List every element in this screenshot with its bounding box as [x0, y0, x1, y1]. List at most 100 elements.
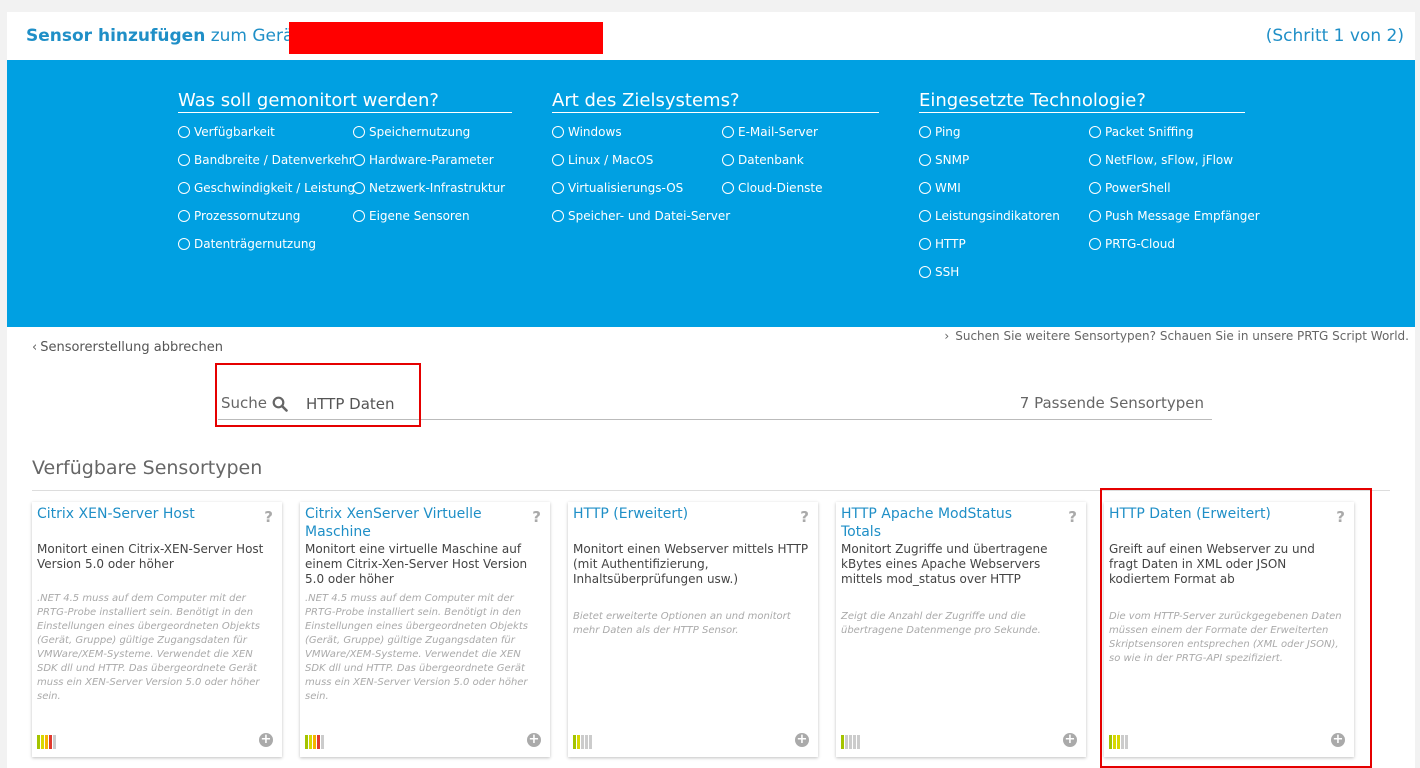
filter-option[interactable]: Push Message Empfänger — [1089, 208, 1260, 224]
search-highlight-box — [215, 363, 421, 427]
impact-bar — [857, 735, 860, 749]
filter-option[interactable]: Windows — [552, 124, 622, 140]
cancel-link-label: Sensorerstellung abbrechen — [40, 340, 223, 355]
filter-option[interactable]: Verfügbarkeit — [178, 124, 275, 140]
filter-option[interactable]: Leistungsindikatoren — [919, 208, 1060, 224]
sensor-card[interactable]: HTTP Apache ModStatus Totals? Monitort Zu… — [836, 502, 1086, 757]
radio-icon[interactable] — [1089, 153, 1101, 166]
filter-option-label: Leistungsindikatoren — [935, 209, 1060, 223]
filter-option[interactable]: Ping — [919, 124, 961, 140]
performance-impact-bars — [573, 735, 592, 749]
radio-icon[interactable] — [552, 181, 564, 194]
filter-option[interactable]: PRTG-Cloud — [1089, 236, 1175, 252]
radio-icon[interactable] — [919, 181, 931, 194]
filter-option[interactable]: Linux / MacOS — [552, 152, 653, 168]
add-icon[interactable]: + — [527, 733, 541, 747]
radio-icon[interactable] — [1089, 181, 1101, 194]
dialog-title: Sensor hinzufügen zum Gerät — [26, 26, 300, 46]
radio-icon[interactable] — [552, 153, 564, 166]
filter-option[interactable]: Datenbank — [722, 152, 804, 168]
cancel-link[interactable]: ‹ Sensorerstellung abbrechen — [32, 340, 223, 355]
radio-icon[interactable] — [552, 209, 564, 222]
add-icon[interactable]: + — [1063, 733, 1077, 747]
script-world-link[interactable]: › Suchen Sie weitere Sensortypen? Schauen… — [944, 329, 1409, 343]
step-indicator: (Schritt 1 von 2) — [1265, 26, 1404, 46]
filter-option-label: Packet Sniffing — [1105, 125, 1194, 139]
radio-icon[interactable] — [353, 209, 365, 222]
sensor-card-title[interactable]: Citrix XenServer Virtuelle Maschine — [305, 505, 520, 541]
radio-icon[interactable] — [353, 181, 365, 194]
filter-option[interactable]: Datenträgernutzung — [178, 236, 316, 252]
impact-bar — [317, 735, 320, 749]
filter-option[interactable]: E-Mail-Server — [722, 124, 818, 140]
impact-bar — [585, 735, 588, 749]
help-icon[interactable]: ? — [1068, 508, 1077, 526]
radio-icon[interactable] — [1089, 209, 1101, 222]
radio-icon[interactable] — [919, 209, 931, 222]
filter-option[interactable]: HTTP — [919, 236, 966, 252]
sensor-card-note: .NET 4.5 muss auf dem Computer mit der P… — [305, 593, 528, 702]
sensor-card-title[interactable]: HTTP Apache ModStatus Totals — [841, 505, 1056, 541]
filter-option[interactable]: WMI — [919, 180, 961, 196]
filter-option[interactable]: Hardware-Parameter — [353, 152, 494, 168]
filter-option[interactable]: Virtualisierungs-OS — [552, 180, 683, 196]
sensor-card[interactable]: Citrix XenServer Virtuelle Maschine? Moni… — [300, 502, 550, 757]
filter-option-label: PowerShell — [1105, 181, 1171, 195]
radio-icon[interactable] — [1089, 237, 1101, 250]
filter-option[interactable]: Geschwindigkeit / Leistung — [178, 180, 355, 196]
filter-option-label: Ping — [935, 125, 961, 139]
filter-option-label: Speichernutzung — [369, 125, 471, 139]
filter-option-label: Bandbreite / Datenverkehr — [194, 153, 354, 167]
radio-icon[interactable] — [722, 125, 734, 138]
radio-icon[interactable] — [178, 181, 190, 194]
radio-icon[interactable] — [919, 125, 931, 138]
radio-icon[interactable] — [919, 153, 931, 166]
filter-option-label: Push Message Empfänger — [1105, 209, 1260, 223]
radio-icon[interactable] — [919, 265, 931, 278]
impact-bar — [845, 735, 848, 749]
radio-icon[interactable] — [178, 209, 190, 222]
performance-impact-bars — [305, 735, 324, 749]
redacted-device-name — [289, 22, 603, 54]
add-icon[interactable]: + — [795, 733, 809, 747]
filter-option[interactable]: Eigene Sensoren — [353, 208, 470, 224]
sensor-card-title[interactable]: Citrix XEN-Server Host — [37, 505, 252, 523]
radio-icon[interactable] — [353, 153, 365, 166]
filter-option[interactable]: Netzwerk-Infrastruktur — [353, 180, 505, 196]
dialog-title-main: Sensor hinzufügen — [26, 26, 206, 46]
script-world-label: Suchen Sie weitere Sensortypen? Schauen … — [955, 329, 1409, 343]
filter-option[interactable]: Speicher- und Datei-Server — [552, 208, 730, 224]
sensor-card[interactable]: HTTP (Erweitert)? Monitort einen Webserve… — [568, 502, 818, 757]
filter-option[interactable]: NetFlow, sFlow, jFlow — [1089, 152, 1233, 168]
help-icon[interactable]: ? — [800, 508, 809, 526]
radio-icon[interactable] — [1089, 125, 1101, 138]
chevron-left-icon: ‹ — [32, 340, 38, 355]
impact-bar — [577, 735, 580, 749]
radio-icon[interactable] — [178, 237, 190, 250]
radio-icon[interactable] — [722, 181, 734, 194]
sensor-card-description: Monitort einen Webserver mittels HTTP (m… — [573, 542, 809, 586]
filter-option[interactable]: Bandbreite / Datenverkehr — [178, 152, 354, 168]
sensor-card[interactable]: Citrix XEN-Server Host? Monitort einen Ci… — [32, 502, 282, 757]
filter-option[interactable]: PowerShell — [1089, 180, 1171, 196]
help-icon[interactable]: ? — [264, 508, 273, 526]
filter-option[interactable]: SSH — [919, 264, 959, 280]
filter-option-label: Netzwerk-Infrastruktur — [369, 181, 506, 195]
add-icon[interactable]: + — [259, 733, 273, 747]
filter-option-label: Virtualisierungs-OS — [568, 181, 684, 195]
filter-option[interactable]: Packet Sniffing — [1089, 124, 1193, 140]
radio-icon[interactable] — [353, 125, 365, 138]
radio-icon[interactable] — [178, 125, 190, 138]
radio-icon[interactable] — [552, 125, 564, 138]
radio-icon[interactable] — [919, 237, 931, 250]
filter-option[interactable]: Cloud-Dienste — [722, 180, 823, 196]
filter-option[interactable]: Prozessornutzung — [178, 208, 300, 224]
filter-option[interactable]: SNMP — [919, 152, 969, 168]
filter-option[interactable]: Speichernutzung — [353, 124, 470, 140]
impact-bar — [305, 735, 308, 749]
sensor-card-title[interactable]: HTTP (Erweitert) — [573, 505, 788, 523]
radio-icon[interactable] — [178, 153, 190, 166]
help-icon[interactable]: ? — [532, 508, 541, 526]
match-count-label: Passende Sensortypen — [1034, 394, 1204, 412]
radio-icon[interactable] — [722, 153, 734, 166]
